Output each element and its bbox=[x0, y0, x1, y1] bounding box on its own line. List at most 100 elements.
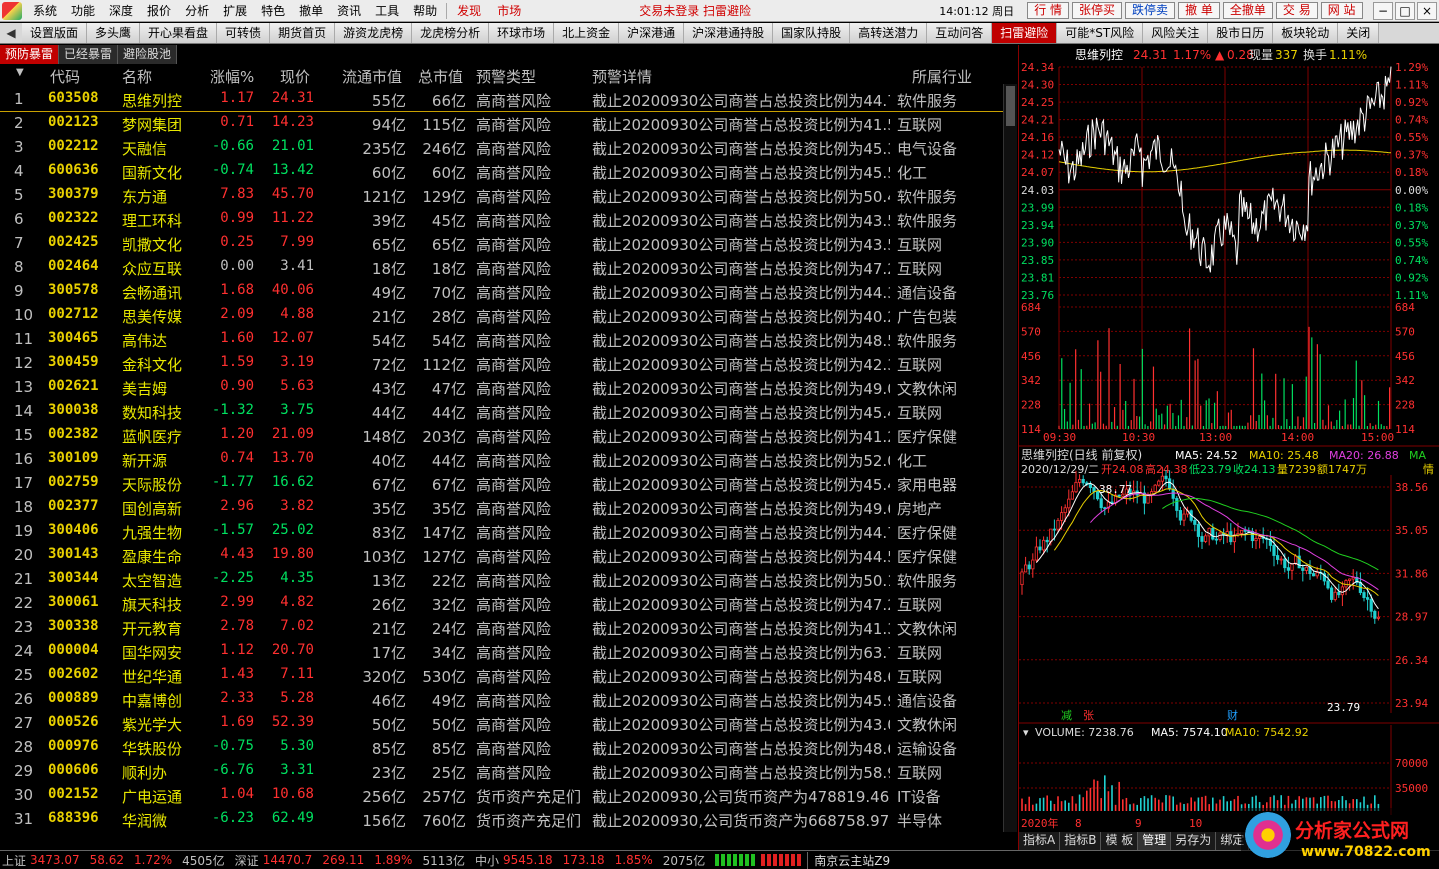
quick-button-4[interactable]: 全撤单 bbox=[1222, 2, 1273, 19]
subtab-0[interactable]: 预防暴雷 bbox=[0, 45, 60, 64]
tab-19[interactable]: 关闭 bbox=[1338, 23, 1380, 43]
table-row[interactable]: 6 002322 理工环科 0.99 11.22 39亿 45亿 高商誉风险 截止2020093… bbox=[0, 208, 1004, 232]
tab-10[interactable]: 沪深港通持股 bbox=[684, 23, 774, 43]
tab-7[interactable]: 环球市场 bbox=[489, 23, 555, 43]
tab-scroll-left-icon[interactable]: ◀ bbox=[0, 23, 22, 43]
indicator-tab-2[interactable]: 模 板 bbox=[1101, 832, 1139, 850]
header-industry[interactable]: 所属行业 bbox=[912, 66, 972, 87]
subtab-2[interactable]: 避险股池 bbox=[118, 45, 178, 64]
tab-4[interactable]: 期货首页 bbox=[270, 23, 336, 43]
table-row[interactable]: 24 000004 国华网安 1.12 20.70 17亿 34亿 高商誉风险 截止202009… bbox=[0, 640, 1004, 664]
sort-desc-icon[interactable]: ▼ bbox=[16, 67, 24, 78]
menu-item-3[interactable]: 报价 bbox=[140, 2, 178, 19]
tab-8[interactable]: 北上资金 bbox=[554, 23, 620, 43]
menu-item-8[interactable]: 资讯 bbox=[330, 2, 368, 19]
table-scrollbar[interactable] bbox=[1003, 84, 1017, 832]
tab-0[interactable]: 设置版面 bbox=[22, 23, 88, 43]
table-row[interactable]: 23 300338 开元教育 2.78 7.02 21亿 24亿 高商誉风险 截止2020093… bbox=[0, 616, 1004, 640]
table-row[interactable]: 25 002602 世纪华通 1.43 7.11 320亿 530亿 高商誉风险 截止20200… bbox=[0, 664, 1004, 688]
table-row[interactable]: 17 002759 天际股份 -1.77 16.62 67亿 67亿 高商誉风险 截止20200… bbox=[0, 472, 1004, 496]
menu-item-0[interactable]: 系统 bbox=[26, 2, 64, 19]
table-row[interactable]: 8 002464 众应互联 0.00 3.41 18亿 18亿 高商誉风险 截止20200930… bbox=[0, 256, 1004, 280]
tab-15[interactable]: 可能*ST风险 bbox=[1057, 23, 1144, 43]
table-row[interactable]: 26 000889 中嘉博创 2.33 5.28 46亿 49亿 高商誉风险 截止2020093… bbox=[0, 688, 1004, 712]
header-total-cap[interactable]: 总市值 bbox=[418, 66, 463, 87]
table-row[interactable]: 22 300061 旗天科技 2.99 4.82 26亿 32亿 高商誉风险 截止2020093… bbox=[0, 592, 1004, 616]
header-name[interactable]: 名称 bbox=[122, 66, 152, 87]
tab-5[interactable]: 游资龙虎榜 bbox=[335, 23, 413, 43]
table-row[interactable]: 3 002212 天融信 -0.66 21.01 235亿 246亿 高商誉风险 截止20200… bbox=[0, 136, 1004, 160]
tab-14[interactable]: 扫雷避险 bbox=[992, 23, 1058, 43]
sz-index-value[interactable]: 14470.7 bbox=[263, 853, 313, 867]
table-row[interactable]: 14 300038 数知科技 -1.32 3.75 44亿 44亿 高商誉风险 截止202009… bbox=[0, 400, 1004, 424]
tab-1[interactable]: 多头鹰 bbox=[87, 23, 141, 43]
table-row[interactable]: 7 002425 凯撒文化 0.25 7.99 65亿 65亿 高商誉风险 截止20200930… bbox=[0, 232, 1004, 256]
server-name[interactable]: 南京云主站Z9 bbox=[807, 851, 890, 869]
tab-11[interactable]: 国家队持股 bbox=[773, 23, 851, 43]
maximize-icon[interactable]: □ bbox=[1395, 1, 1415, 20]
quick-button-0[interactable]: 行 情 bbox=[1027, 2, 1070, 19]
table-row[interactable]: 18 002377 国创高新 2.96 3.82 35亿 35亿 高商誉风险 截止2020093… bbox=[0, 496, 1004, 520]
menu-item-2[interactable]: 深度 bbox=[102, 2, 140, 19]
change-pct: -0.75 bbox=[211, 738, 254, 754]
quick-button-3[interactable]: 撤 单 bbox=[1178, 2, 1220, 19]
indicator-tab-0[interactable]: 指标A bbox=[1019, 832, 1061, 850]
indicator-tab-1[interactable]: 指标B bbox=[1060, 832, 1102, 850]
table-row[interactable]: 13 002621 美吉姆 0.90 5.63 43亿 47亿 高商誉风险 截止20200930… bbox=[0, 376, 1004, 400]
menu-item-4[interactable]: 分析 bbox=[178, 2, 216, 19]
header-price[interactable]: 现价 bbox=[280, 66, 310, 87]
scrollbar-thumb[interactable] bbox=[1006, 86, 1015, 126]
menu-item-10[interactable]: 帮助 bbox=[406, 2, 444, 19]
menu-item-discover[interactable]: 发现 bbox=[449, 2, 489, 19]
sh-index-value[interactable]: 3473.07 bbox=[30, 853, 80, 867]
table-row[interactable]: 12 300459 金科文化 1.59 3.19 72亿 112亿 高商誉风险 截止202009… bbox=[0, 352, 1004, 376]
table-row[interactable]: 4 600636 国新文化 -0.74 13.42 60亿 60亿 高商誉风险 截止202009… bbox=[0, 160, 1004, 184]
table-row[interactable]: 27 000526 紫光学大 1.69 52.39 50亿 50亿 高商誉风险 截止202009… bbox=[0, 712, 1004, 736]
sme-index-value[interactable]: 9545.18 bbox=[503, 853, 553, 867]
table-row[interactable]: 2 002123 梦网集团 0.71 14.23 94亿 115亿 高商誉风险 截止202009… bbox=[0, 112, 1004, 136]
menu-item-7[interactable]: 撤单 bbox=[292, 2, 330, 19]
quick-button-5[interactable]: 交 易 bbox=[1275, 2, 1318, 19]
header-warning-type[interactable]: 预警类型 bbox=[476, 66, 536, 87]
table-row[interactable]: 9 300578 会畅通讯 1.68 40.06 49亿 70亿 高商誉风险 截止2020093… bbox=[0, 280, 1004, 304]
menu-item-9[interactable]: 工具 bbox=[368, 2, 406, 19]
tab-3[interactable]: 可转债 bbox=[217, 23, 271, 43]
table-row[interactable]: 16 300109 新开源 0.74 13.70 40亿 44亿 高商誉风险 截止2020093… bbox=[0, 448, 1004, 472]
indicator-tab-3[interactable]: 管理 bbox=[1138, 832, 1172, 850]
menu-item-6[interactable]: 特色 bbox=[254, 2, 292, 19]
table-row[interactable]: 5 300379 东方通 7.83 45.70 121亿 129亿 高商誉风险 截止202009… bbox=[0, 184, 1004, 208]
tab-17[interactable]: 股市日历 bbox=[1208, 23, 1274, 43]
header-change[interactable]: 涨幅% bbox=[210, 66, 254, 87]
quick-button-6[interactable]: 网 站 bbox=[1320, 2, 1363, 19]
tab-12[interactable]: 高转送潜力 bbox=[850, 23, 928, 43]
subtab-1[interactable]: 已经暴雷 bbox=[59, 45, 119, 64]
table-row[interactable]: 30 002152 广电运通 1.04 10.68 256亿 257亿 货币资产充足们 截止20… bbox=[0, 784, 1004, 808]
tab-6[interactable]: 龙虎榜分析 bbox=[412, 23, 490, 43]
header-warning-detail[interactable]: 预警详情 bbox=[592, 66, 652, 87]
tab-18[interactable]: 板块轮动 bbox=[1273, 23, 1339, 43]
table-row[interactable]: 10 002712 思美传媒 2.09 4.88 21亿 28亿 高商誉风险 截止2020093… bbox=[0, 304, 1004, 328]
table-row[interactable]: 31 688396 华润微 -6.23 62.49 156亿 760亿 货币资产充足们 截止20… bbox=[0, 808, 1004, 832]
table-row[interactable]: 1 603508 思维列控 1.17 24.31 55亿 66亿 高商誉风险 截止2020093… bbox=[0, 88, 1004, 112]
menu-item-5[interactable]: 扩展 bbox=[216, 2, 254, 19]
table-row[interactable]: 15 002382 蓝帆医疗 1.20 21.09 148亿 203亿 高商誉风险 截止2020… bbox=[0, 424, 1004, 448]
table-row[interactable]: 29 000606 顺利办 -6.76 3.31 23亿 25亿 高商誉风险 截止2020093… bbox=[0, 760, 1004, 784]
table-row[interactable]: 11 300465 高伟达 1.60 12.07 54亿 54亿 高商誉风险 截止2020093… bbox=[0, 328, 1004, 352]
quick-button-2[interactable]: 跌停卖 bbox=[1125, 2, 1176, 19]
tab-13[interactable]: 互动问答 bbox=[927, 23, 993, 43]
table-row[interactable]: 28 000976 华铁股份 -0.75 5.30 85亿 85亿 高商誉风险 截止202009… bbox=[0, 736, 1004, 760]
indicator-tab-4[interactable]: 另存为 bbox=[1171, 832, 1217, 850]
quick-button-1[interactable]: 张停买 bbox=[1072, 2, 1123, 19]
tab-9[interactable]: 沪深港通 bbox=[619, 23, 685, 43]
table-row[interactable]: 19 300406 九强生物 -1.57 25.02 83亿 147亿 高商誉风险 截止2020… bbox=[0, 520, 1004, 544]
close-icon[interactable]: × bbox=[1417, 1, 1437, 20]
minimize-icon[interactable]: − bbox=[1373, 1, 1393, 20]
tab-16[interactable]: 风险关注 bbox=[1143, 23, 1209, 43]
menu-item-1[interactable]: 功能 bbox=[64, 2, 102, 19]
tab-2[interactable]: 开心果看盘 bbox=[140, 23, 218, 43]
menu-item-market[interactable]: 市场 bbox=[489, 2, 529, 19]
table-row[interactable]: 20 300143 盈康生命 4.43 19.80 103亿 127亿 高商誉风险 截止2020… bbox=[0, 544, 1004, 568]
header-code[interactable]: 代码 bbox=[50, 66, 80, 87]
header-float-cap[interactable]: 流通市值 bbox=[342, 66, 402, 87]
table-row[interactable]: 21 300344 太空智造 -2.25 4.35 13亿 22亿 高商誉风险 截止202009… bbox=[0, 568, 1004, 592]
